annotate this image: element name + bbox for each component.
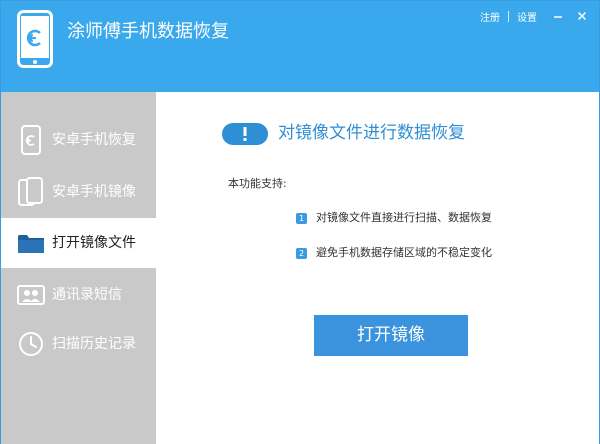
app-logo-icon (17, 10, 53, 68)
sidebar-item-open-image[interactable]: 打开镜像文件 (1, 218, 156, 268)
feature-item: 2 避免手机数据存储区域的不稳定变化 (296, 245, 492, 261)
sidebar-item-label: 安卓手机恢复 (52, 132, 136, 148)
phone-mirror-icon (18, 177, 43, 206)
app-title: 涂师傅手机数据恢复 (67, 21, 229, 42)
phone-restore-icon (21, 125, 41, 155)
feature-number-badge: 2 (296, 247, 307, 259)
feature-text: 对镜像文件直接进行扫描、数据恢复 (316, 211, 492, 224)
top-links: 注册 设置 (480, 7, 599, 25)
feature-item: 1 对镜像文件直接进行扫描、数据恢复 (296, 210, 492, 226)
minimize-button[interactable] (547, 7, 569, 25)
feature-number-badge: 1 (296, 212, 307, 224)
minimize-icon (554, 16, 562, 18)
sidebar-item-contacts-sms[interactable]: 通讯录短信 (1, 270, 156, 320)
sidebar-item-label: 打开镜像文件 (52, 235, 136, 251)
settings-link[interactable]: 设置 (517, 9, 537, 24)
app-window: 涂师傅手机数据恢复 注册 设置 安卓手机恢复 安卓手机镜像 打开镜像文件 通讯录… (0, 0, 600, 444)
folder-icon (18, 235, 44, 253)
sidebar-item-label: 扫描历史记录 (52, 336, 136, 352)
clock-icon (19, 332, 43, 356)
open-image-button[interactable]: 打开镜像 (314, 315, 468, 356)
sidebar-item-label: 安卓手机镜像 (52, 184, 136, 200)
info-pill-icon (222, 123, 268, 145)
sidebar-item-android-recovery[interactable]: 安卓手机恢复 (1, 115, 156, 165)
register-link[interactable]: 注册 (480, 9, 500, 24)
support-label: 本功能支持: (228, 177, 287, 190)
sidebar-item-label: 通讯录短信 (52, 287, 122, 303)
title-bar: 涂师傅手机数据恢复 注册 设置 (1, 1, 599, 92)
main-panel: 对镜像文件进行数据恢复 本功能支持: 1 对镜像文件直接进行扫描、数据恢复 2 … (156, 92, 599, 444)
close-button[interactable] (571, 7, 593, 25)
sidebar-item-scan-history[interactable]: 扫描历史记录 (1, 319, 156, 369)
sidebar: 安卓手机恢复 安卓手机镜像 打开镜像文件 通讯录短信 扫描历史记录 (1, 92, 156, 444)
top-links-divider (508, 10, 509, 22)
page-heading: 对镜像文件进行数据恢复 (278, 123, 465, 143)
close-icon (577, 11, 587, 21)
sidebar-item-android-mirror[interactable]: 安卓手机镜像 (1, 167, 156, 217)
feature-text: 避免手机数据存储区域的不稳定变化 (316, 246, 492, 259)
contacts-icon (17, 285, 45, 305)
